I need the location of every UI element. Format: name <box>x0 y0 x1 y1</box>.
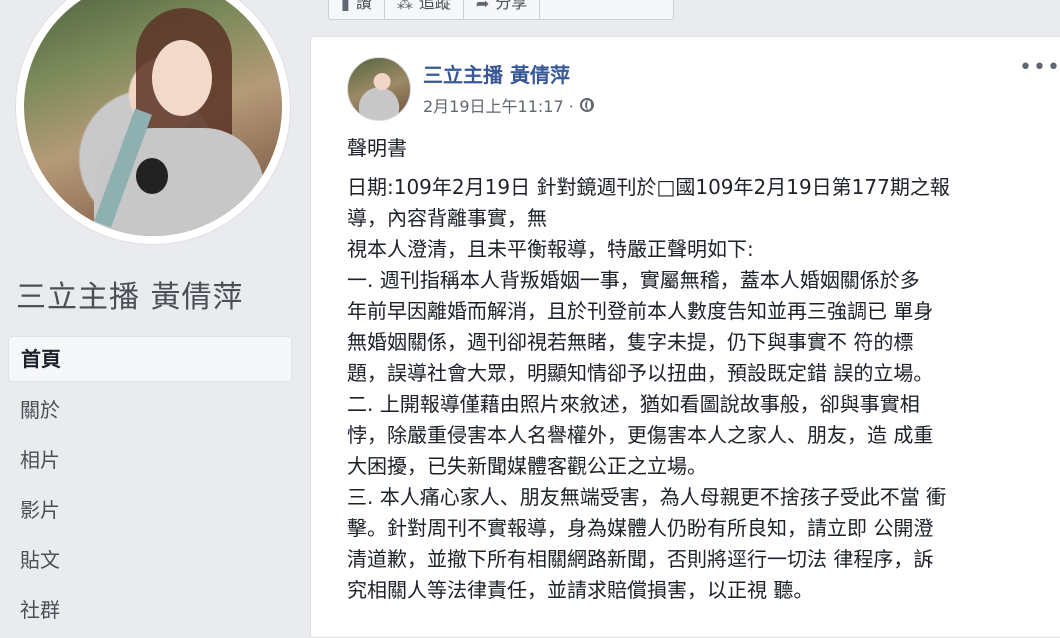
share-label: 分享 <box>495 0 528 12</box>
post-line: 一. 週刊指稱本人背叛婚姻一事，實屬無稽，蓋本人婚姻關係於多 <box>347 268 920 292</box>
post-card: 三立主播 黃倩萍 2月19日上午11:17 · ••• 聲明書 日期:109年2… <box>310 36 1060 638</box>
nav-item-about[interactable]: 關於 <box>8 388 292 432</box>
follow-button[interactable]: ⁂ 追蹤 <box>385 0 464 19</box>
post-line: 擊。針對周刊不實報導，身為媒體人仍盼有所良知，請立即 公開澄 <box>347 516 934 540</box>
profile-photo <box>24 0 282 236</box>
post-line: 清道歉，並撤下所有相關網路新聞，否則將逕行一切法 律程序，訴 <box>347 547 934 571</box>
page-action-bar: ▮ 讚 ⁂ 追蹤 ➦ 分享 <box>328 0 674 20</box>
share-icon: ➦ <box>475 0 490 13</box>
post-body: 聲明書 日期:109年2月19日 針對鏡週刊於□國109年2月19日第177期之… <box>347 133 1047 606</box>
post-meta: 2月19日上午11:17 · <box>423 93 594 117</box>
post-line: 悖，除嚴重侵害本人名譽權外，更傷害本人之家人、朋友，造 成重 <box>347 423 934 447</box>
post-options-icon[interactable]: ••• <box>1019 55 1060 80</box>
profile-picture[interactable] <box>16 0 290 244</box>
follow-label: 追蹤 <box>418 0 451 12</box>
share-button[interactable]: ➦ 分享 <box>464 0 541 19</box>
post-heading: 聲明書 <box>347 136 407 160</box>
like-icon: ▮ <box>341 0 350 13</box>
post-author-name[interactable]: 三立主播 黃倩萍 <box>423 59 570 88</box>
like-label: 讚 <box>355 0 372 12</box>
post-line: 視本人澄清，且未平衡報導，特嚴正聲明如下: <box>347 237 754 261</box>
post-line: 二. 上開報導僅藉由照片來敘述，猶如看圖說故事般，卻與事實相 <box>347 392 920 416</box>
nav-item-videos[interactable]: 影片 <box>8 488 292 532</box>
nav-item-posts[interactable]: 貼文 <box>8 538 292 582</box>
like-button[interactable]: ▮ 讚 <box>329 0 385 19</box>
page-title[interactable]: 三立主播 黃倩萍 <box>16 272 244 316</box>
nav-item-community[interactable]: 社群 <box>8 588 292 632</box>
globe-icon <box>579 98 594 112</box>
post-line: 究相關人等法律責任，並請求賠償損害，以正視 聽。 <box>347 578 814 602</box>
post-line: 三. 本人痛心家人、朋友無端受害，為人母親更不捨孩子受此不當 衝 <box>347 485 947 509</box>
post-author-avatar[interactable] <box>347 57 411 121</box>
post-line: 年前早因離婚而解消，且於刊登前本人數度告知並再三強調已 單身 <box>347 299 934 323</box>
post-line: 大困擾，已失新聞媒體客觀公正之立場。 <box>347 454 707 478</box>
more-actions-button[interactable] <box>540 0 673 19</box>
post-line: 導，內容背離事實，無 <box>347 206 547 230</box>
post-line: 題，誤導社會大眾，明顯知情卻予以扭曲，預設既定錯 誤的立場。 <box>347 361 934 385</box>
left-column: 三立主播 黃倩萍 首頁 關於 相片 影片 貼文 社群 <box>0 0 310 622</box>
post-line: 日期:109年2月19日 針對鏡週刊於□國109年2月19日第177期之報 <box>347 175 950 199</box>
post-timestamp[interactable]: 2月19日上午11:17 · <box>423 93 574 117</box>
nav-item-home[interactable]: 首頁 <box>8 336 292 382</box>
follow-icon: ⁂ <box>396 0 413 13</box>
page-nav: 首頁 關於 相片 影片 貼文 社群 <box>8 336 292 638</box>
nav-item-photos[interactable]: 相片 <box>8 438 292 482</box>
post-line: 無婚姻關係，週刊卻視若無睹，隻字未提，仍下與事實不 符的標 <box>347 330 914 354</box>
